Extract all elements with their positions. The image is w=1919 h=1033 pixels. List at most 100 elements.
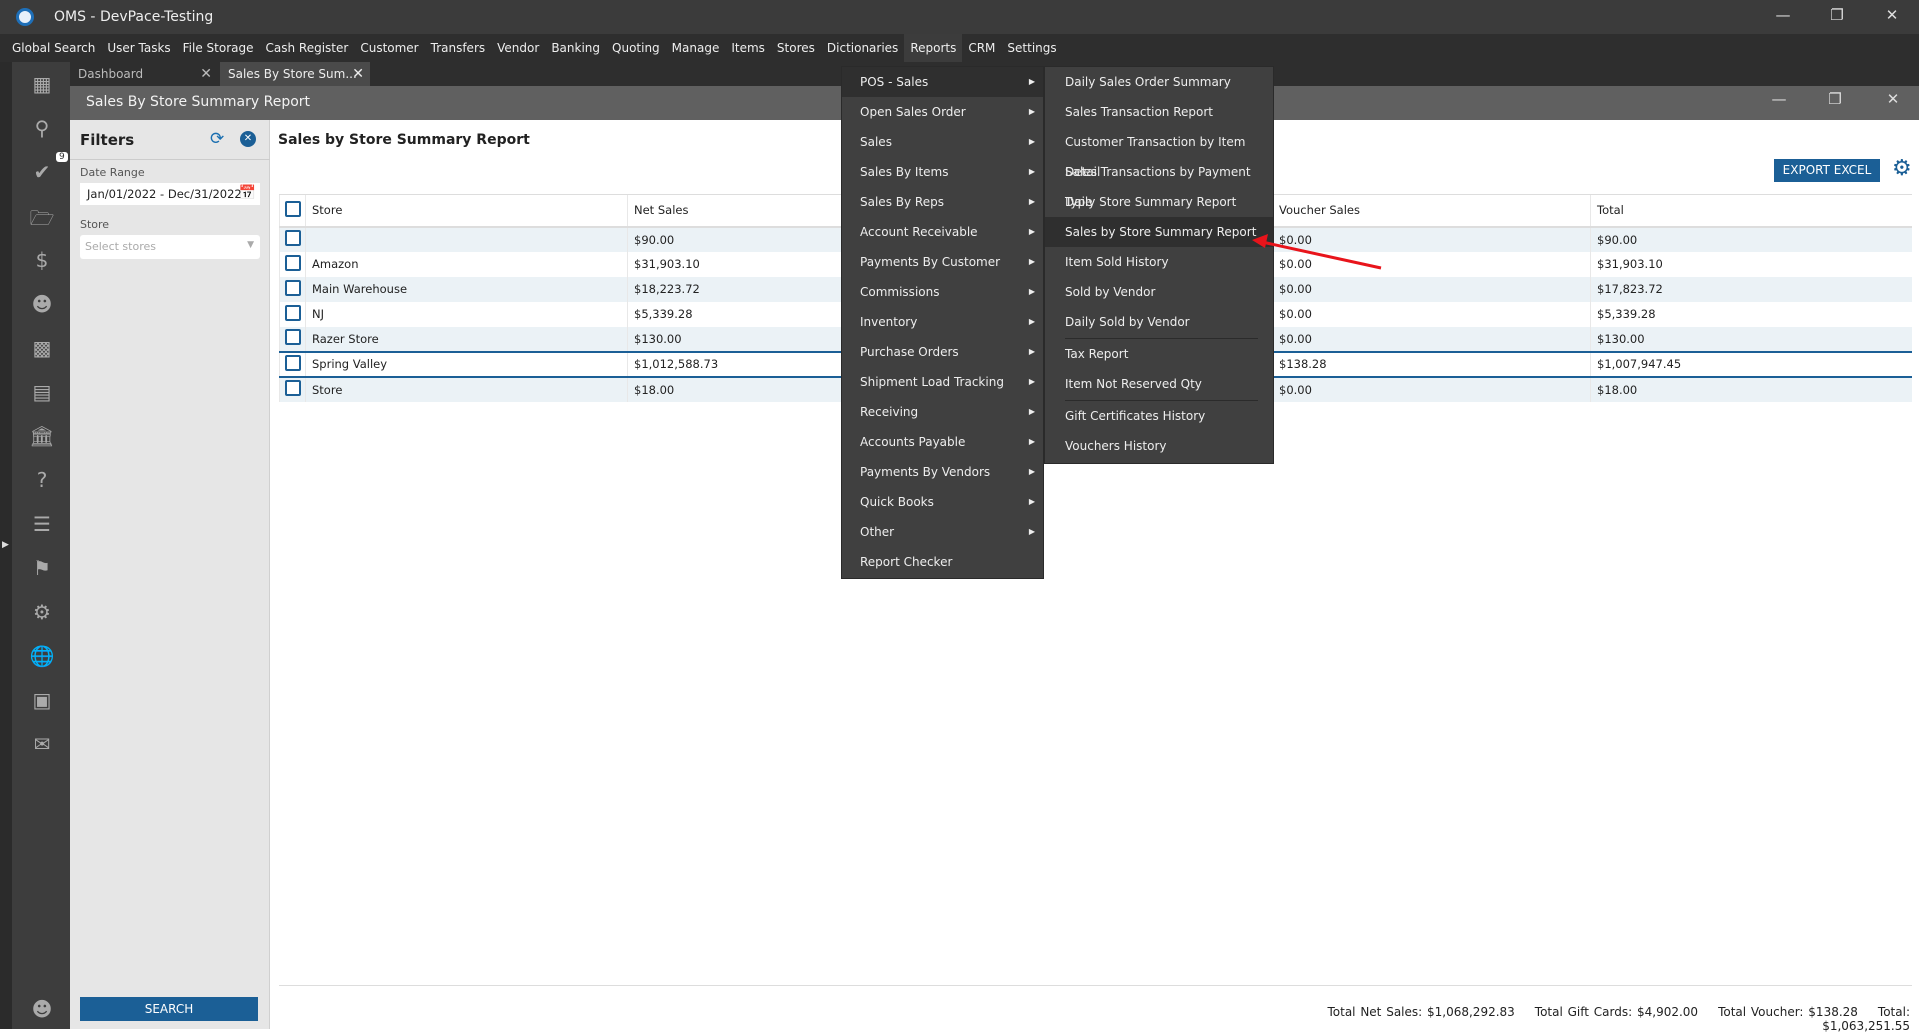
menu-global-search[interactable]: Global Search — [6, 34, 101, 62]
reports-menu-item-payments-by-vendors[interactable]: Payments By Vendors ▶ — [842, 457, 1043, 487]
row-checkbox[interactable] — [285, 279, 301, 296]
row-checkbox[interactable] — [285, 329, 301, 345]
menu-vendor[interactable]: Vendor — [491, 34, 545, 62]
submenu-item-sales-transactions-by-payment-type[interactable]: Sales Transactions by Payment Type — [1045, 157, 1273, 209]
menu-file-storage[interactable]: File Storage — [177, 34, 260, 62]
filters-panel: Filters ⟳ ✕ Date Range Jan/01/2022 - Dec… — [70, 120, 270, 1029]
clipboard-question-icon[interactable]: ? — [28, 468, 56, 492]
col-voucher-sales[interactable]: Voucher Sales — [1272, 194, 1591, 228]
search-button[interactable]: SEARCH — [80, 997, 258, 1021]
store-select[interactable]: Select stores ▼ — [80, 235, 260, 259]
chat-icon[interactable]: ✉ — [28, 732, 56, 756]
reports-menu-item-quick-books[interactable]: Quick Books ▶ — [842, 487, 1043, 517]
menu-item-label: Accounts Payable — [860, 435, 966, 449]
expand-sidebar-icon[interactable]: ▶ — [2, 540, 9, 550]
reports-menu-item-commissions[interactable]: Commissions ▶ — [842, 277, 1043, 307]
tag-icon[interactable]: ⚑ — [28, 556, 56, 580]
tasks-icon[interactable]: ✔ 9 — [28, 152, 68, 184]
clear-filters-icon[interactable]: ✕ — [240, 131, 256, 147]
menu-dictionaries[interactable]: Dictionaries — [821, 34, 904, 62]
title-bar: OMS - DevPace-Testing — ❐ ✕ — [0, 0, 1919, 34]
reports-menu-item-account-receivable[interactable]: Account Receivable ▶ — [842, 217, 1043, 247]
settings-gear-icon[interactable]: ⚙ — [1892, 156, 1912, 181]
menu-item-label: Sales By Reps — [860, 195, 944, 209]
menu-crm[interactable]: CRM — [962, 34, 1001, 62]
close-icon[interactable]: ✕ — [200, 62, 212, 86]
menu-manage[interactable]: Manage — [666, 34, 726, 62]
menu-items[interactable]: Items — [725, 34, 771, 62]
globe-icon[interactable]: 🌐 — [28, 644, 56, 668]
menu-user-tasks[interactable]: User Tasks — [101, 34, 176, 62]
row-checkbox[interactable] — [285, 230, 301, 246]
col-total[interactable]: Total — [1590, 194, 1912, 228]
restore-button[interactable]: ❐ — [1822, 6, 1852, 24]
col-store[interactable]: Store — [305, 194, 628, 228]
menu-transfers[interactable]: Transfers — [425, 34, 492, 62]
reports-menu-item-accounts-payable[interactable]: Accounts Payable ▶ — [842, 427, 1043, 457]
inner-restore-button[interactable]: ❐ — [1820, 90, 1850, 108]
minimize-button[interactable]: — — [1768, 6, 1798, 24]
inner-minimize-button[interactable]: — — [1764, 90, 1794, 108]
chevron-right-icon: ▶ — [1028, 347, 1035, 356]
reports-menu-item-open-sales-order[interactable]: Open Sales Order ▶ — [842, 97, 1043, 127]
row-checkbox[interactable] — [285, 380, 301, 396]
submenu-item-daily-sales-order-summary[interactable]: Daily Sales Order Summary — [1045, 67, 1273, 97]
submenu-item-daily-sold-by-vendor[interactable]: Daily Sold by Vendor — [1045, 307, 1273, 337]
tab-sales-by-store[interactable]: Sales By Store Sum... ✕ — [220, 62, 370, 86]
reports-menu-item-receiving[interactable]: Receiving ▶ — [842, 397, 1043, 427]
close-icon[interactable]: ✕ — [352, 62, 364, 86]
store-icon[interactable]: ▤ — [28, 380, 56, 404]
dollar-icon[interactable]: $ — [28, 248, 56, 272]
reports-menu-item-purchase-orders[interactable]: Purchase Orders ▶ — [842, 337, 1043, 367]
reports-menu-item-inventory[interactable]: Inventory ▶ — [842, 307, 1043, 337]
row-checkbox[interactable] — [285, 304, 301, 321]
reports-menu-item-sales-by-items[interactable]: Sales By Items ▶ — [842, 157, 1043, 187]
date-range-input[interactable]: Jan/01/2022 - Dec/31/2022 📅 — [80, 183, 260, 205]
reports-menu-item-sales[interactable]: Sales ▶ — [842, 127, 1043, 157]
tab-dashboard[interactable]: Dashboard ✕ — [70, 62, 218, 86]
refresh-icon[interactable]: ⟳ — [210, 129, 224, 149]
reports-menu-item-sales-by-reps[interactable]: Sales By Reps ▶ — [842, 187, 1043, 217]
row-checkbox[interactable] — [285, 254, 301, 271]
cell-voucher-sales: $138.28 — [1272, 350, 1591, 378]
dashboard-icon[interactable]: ▦ — [28, 72, 56, 96]
clipboard-icon[interactable]: ☰ — [28, 512, 56, 536]
submenu-item-item-not-reserved-qty[interactable]: Item Not Reserved Qty — [1045, 369, 1273, 399]
submenu-item-item-sold-history[interactable]: Item Sold History — [1045, 247, 1273, 277]
gear-icon[interactable]: ⚙ — [28, 600, 56, 624]
submenu-item-customer-transaction-by-item-detail[interactable]: Customer Transaction by Item Detail — [1045, 127, 1273, 179]
submenu-item-daily-store-summary-report[interactable]: Daily Store Summary Report — [1045, 187, 1273, 217]
monitor-icon[interactable]: ▣ — [28, 688, 56, 712]
chevron-right-icon: ▶ — [1028, 197, 1035, 206]
submenu-item-tax-report[interactable]: Tax Report — [1045, 339, 1273, 369]
submenu-item-gift-certificates-history[interactable]: Gift Certificates History — [1045, 401, 1273, 431]
user-icon[interactable]: ☻ — [28, 997, 56, 1021]
search-icon[interactable]: ⚲ — [28, 116, 56, 140]
folder-icon[interactable]: 🗁 — [28, 204, 56, 238]
row-checkbox[interactable] — [285, 354, 301, 371]
menu-cash-register[interactable]: Cash Register — [260, 34, 355, 62]
calculator-icon[interactable]: ▩ — [28, 336, 56, 360]
export-excel-button[interactable]: EXPORT EXCEL — [1774, 159, 1880, 182]
inner-close-button[interactable]: ✕ — [1878, 90, 1908, 108]
calendar-icon[interactable]: 📅 — [239, 185, 256, 201]
menu-quoting[interactable]: Quoting — [606, 34, 666, 62]
reports-menu-item-pos-sales[interactable]: POS - Sales ▶ — [842, 67, 1043, 97]
select-all-checkbox[interactable] — [285, 200, 301, 217]
reports-menu-item-payments-by-customer[interactable]: Payments By Customer ▶ — [842, 247, 1043, 277]
submenu-item-sold-by-vendor[interactable]: Sold by Vendor — [1045, 277, 1273, 307]
menu-stores[interactable]: Stores — [771, 34, 821, 62]
menu-settings[interactable]: Settings — [1001, 34, 1062, 62]
menu-customer[interactable]: Customer — [354, 34, 424, 62]
bank-icon[interactable]: 🏛 — [28, 424, 56, 448]
reports-menu-item-shipment-load-tracking[interactable]: Shipment Load Tracking ▶ — [842, 367, 1043, 397]
submenu-item-vouchers-history[interactable]: Vouchers History — [1045, 431, 1273, 461]
close-button[interactable]: ✕ — [1877, 6, 1907, 24]
menu-reports[interactable]: Reports — [904, 34, 963, 62]
submenu-item-sales-transaction-report[interactable]: Sales Transaction Report — [1045, 97, 1273, 127]
contact-icon[interactable]: ☻ — [28, 292, 56, 316]
reports-menu-item-report-checker[interactable]: Report Checker — [842, 547, 1043, 577]
menu-banking[interactable]: Banking — [545, 34, 606, 62]
reports-menu-item-other[interactable]: Other ▶ — [842, 517, 1043, 547]
submenu-item-sales-by-store-summary-report[interactable]: Sales by Store Summary Report — [1045, 217, 1273, 247]
